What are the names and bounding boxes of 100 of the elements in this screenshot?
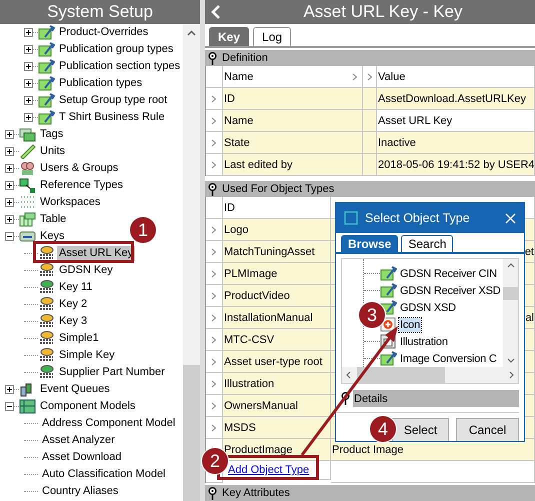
chevron-icon[interactable] — [211, 402, 217, 410]
tree-item[interactable]: GDSN Key — [57, 263, 115, 278]
section-title: Details — [354, 392, 388, 404]
tree-item[interactable]: GDSN XSD — [399, 300, 457, 314]
scroll-down-icon[interactable] — [506, 358, 514, 363]
tree-item[interactable]: Users & Groups — [38, 161, 120, 176]
expand-icon[interactable] — [24, 62, 33, 71]
collapse-icon[interactable] — [5, 232, 14, 241]
scrollbar[interactable] — [342, 367, 518, 383]
collapse-icon[interactable] — [5, 402, 14, 411]
tree-item[interactable]: Illustration — [399, 334, 449, 348]
dialog-button[interactable]: Select — [392, 418, 449, 441]
chevron-icon[interactable] — [211, 424, 217, 432]
tab[interactable]: Search — [401, 235, 454, 252]
tree-item[interactable]: Product-Overrides — [57, 25, 150, 40]
tree-item[interactable]: Icon — [399, 318, 421, 332]
scrollbar-thumb[interactable] — [183, 365, 200, 501]
dialog-title-bar[interactable]: Select Object Type — [336, 203, 524, 233]
pin-icon[interactable] — [341, 392, 350, 405]
expand-icon[interactable] — [5, 147, 14, 156]
chevron-icon[interactable] — [352, 72, 358, 80]
section-header[interactable]: Used For Object Types — [205, 181, 535, 197]
scroll-left-icon[interactable] — [346, 371, 351, 379]
scrollbar[interactable] — [183, 24, 200, 501]
chevron-icon[interactable] — [211, 138, 217, 146]
scroll-up-icon[interactable] — [187, 30, 196, 36]
pin-icon[interactable] — [208, 182, 217, 196]
tree-item[interactable]: Reference Types — [38, 178, 125, 193]
chevron-icon[interactable] — [211, 160, 217, 168]
pin-icon[interactable] — [208, 486, 217, 500]
add-object-type-link[interactable]: Add Object Type — [228, 464, 310, 476]
tag-folder-icon — [19, 127, 36, 142]
expand-icon[interactable] — [5, 215, 14, 224]
chevron-icon[interactable] — [211, 270, 217, 278]
section-header[interactable]: Details — [353, 390, 519, 407]
tab[interactable]: Browse — [341, 235, 398, 252]
tree-item[interactable]: Key 11 — [57, 280, 94, 295]
wrench-folder-icon — [38, 110, 55, 125]
chevron-icon[interactable] — [211, 94, 217, 102]
expand-icon[interactable] — [5, 385, 14, 394]
chevron-icon[interactable] — [211, 248, 217, 256]
pin-icon[interactable] — [208, 52, 217, 64]
tree-item[interactable]: Country Aliases — [40, 484, 120, 499]
tree-item[interactable]: GDSN Receiver XSD — [399, 284, 502, 298]
scrollbar-thumb[interactable] — [357, 367, 445, 383]
tree-item[interactable]: Simple1 — [57, 331, 101, 346]
expand-icon[interactable] — [24, 28, 33, 37]
scrollbar-thumb[interactable] — [503, 286, 518, 300]
expand-icon[interactable] — [5, 164, 14, 173]
tree-item[interactable]: Key 2 — [57, 297, 90, 312]
expand-icon[interactable] — [24, 45, 33, 54]
scrollbar[interactable] — [503, 259, 518, 367]
tree-item[interactable]: Units — [38, 144, 68, 159]
expand-icon[interactable] — [5, 130, 14, 139]
expand-icon[interactable] — [5, 198, 14, 207]
section-header[interactable]: Key Attributes — [205, 485, 535, 501]
expand-icon[interactable] — [24, 113, 33, 122]
tree-item[interactable]: Auto Classification Model — [40, 467, 168, 482]
chevron-icon[interactable] — [211, 292, 217, 300]
expand-icon[interactable] — [24, 96, 33, 105]
back-icon[interactable] — [211, 5, 221, 19]
tree-item[interactable]: Keys — [38, 229, 66, 244]
table-cell — [363, 154, 377, 176]
tree-item[interactable]: Address Component Model — [40, 416, 178, 431]
chevron-icon[interactable] — [211, 314, 217, 322]
tree-item[interactable]: Setup Group type root — [57, 93, 170, 108]
tree-item[interactable]: Publication group types — [57, 42, 176, 57]
wrench-folder-icon — [380, 266, 397, 281]
tree-item[interactable]: Simple Key — [57, 348, 117, 363]
tree-item[interactable]: Image Conversion C — [399, 352, 498, 366]
tree-item[interactable]: Supplier Part Number — [57, 365, 167, 380]
chevron-icon[interactable] — [211, 358, 217, 366]
wrench-folder-icon — [38, 93, 55, 108]
tree-item[interactable]: Component Models — [38, 399, 138, 414]
chevron-icon[interactable] — [211, 116, 217, 124]
tree-item[interactable]: Publication section types — [57, 59, 182, 74]
tree-item[interactable]: Asset Download — [40, 450, 124, 465]
tree-item[interactable]: Table — [38, 212, 68, 227]
tree-item[interactable]: Asset Analyzer — [40, 433, 117, 448]
tree-item[interactable]: GDSN Receiver CIN — [399, 266, 498, 280]
close-icon[interactable] — [505, 212, 516, 224]
tab[interactable]: Key — [209, 27, 250, 46]
tree-item[interactable]: Tags — [38, 127, 66, 142]
table-cell[interactable]: Asset URL Key — [377, 110, 535, 132]
chevron-icon[interactable] — [211, 336, 217, 344]
dialog-button[interactable]: Cancel — [456, 418, 519, 441]
tree-item[interactable]: T Shirt Business Rule — [57, 110, 167, 125]
chevron-icon[interactable] — [211, 226, 217, 234]
chevron-icon[interactable] — [211, 380, 217, 388]
tree-item[interactable]: Workspaces — [38, 195, 102, 210]
tree-item[interactable]: Publication types — [57, 76, 144, 91]
section-header[interactable]: Definition — [205, 50, 535, 66]
chevron-icon[interactable] — [366, 72, 372, 80]
tree-item[interactable]: Key 3 — [57, 314, 90, 329]
expand-icon[interactable] — [24, 79, 33, 88]
scroll-right-icon[interactable] — [509, 371, 514, 379]
tree-item[interactable]: Event Queues — [38, 382, 112, 397]
expand-icon[interactable] — [5, 181, 14, 190]
tab[interactable]: Log — [253, 27, 292, 46]
scroll-up-icon[interactable] — [506, 263, 514, 268]
